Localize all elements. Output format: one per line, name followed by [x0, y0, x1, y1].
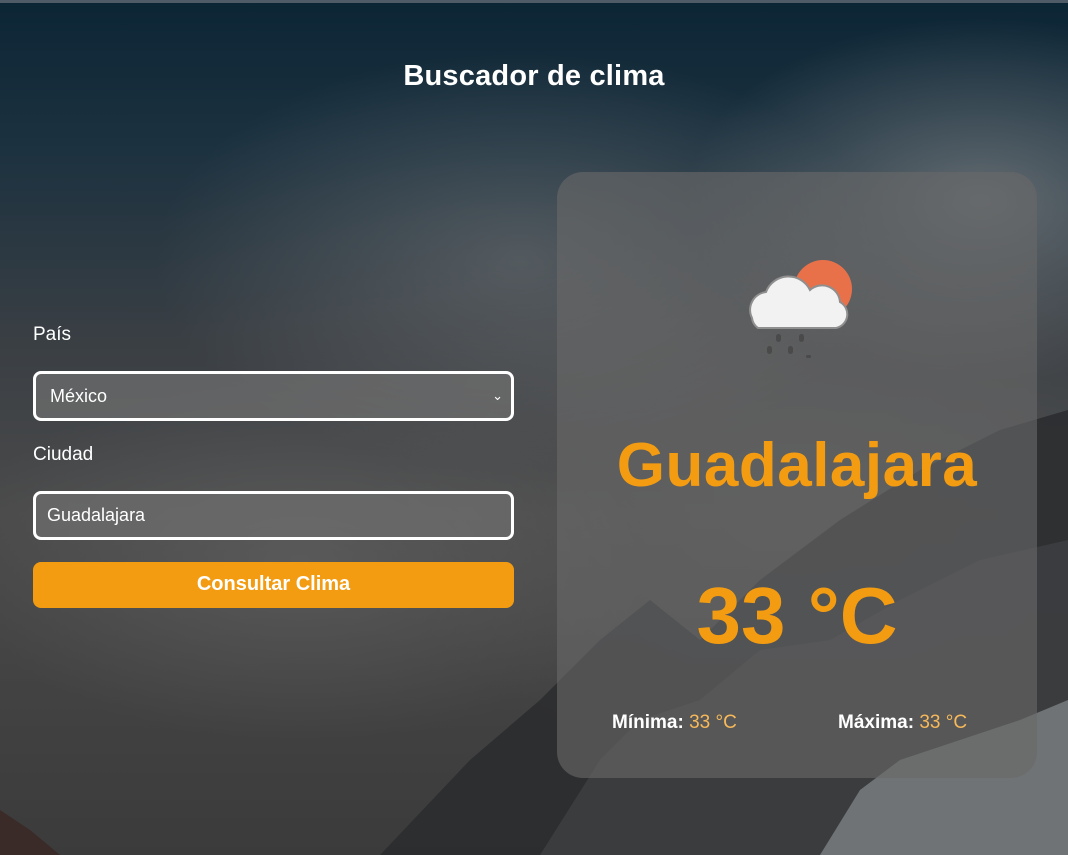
consult-weather-button[interactable]: Consultar Clima — [33, 562, 514, 608]
country-select-value: México — [50, 386, 108, 406]
top-border — [0, 0, 1068, 3]
result-temperature: 33 °C — [696, 571, 898, 660]
min-label: Mínima: — [612, 712, 684, 733]
page-title: Buscador de clima — [403, 60, 665, 92]
weather-result-card: Guadalajara 33 °C Mínima: 33 °C Máxima: … — [557, 172, 1037, 778]
min-value: 33 °C — [689, 712, 737, 733]
country-label: País — [33, 324, 72, 345]
min-temperature: Mínima: 33 °C — [612, 712, 737, 734]
country-select[interactable]: México ⌄ — [33, 371, 514, 421]
chevron-down-icon: ⌄ — [492, 388, 503, 403]
max-label: Máxima: — [838, 712, 915, 733]
result-city: Guadalajara — [616, 431, 978, 500]
city-input[interactable]: Guadalajara — [33, 491, 514, 540]
city-label: Ciudad — [33, 444, 94, 465]
rain-cloud-sun-icon — [749, 260, 852, 358]
max-value: 33 °C — [919, 712, 968, 733]
max-temperature: Máxima: 33 °C — [838, 712, 967, 734]
